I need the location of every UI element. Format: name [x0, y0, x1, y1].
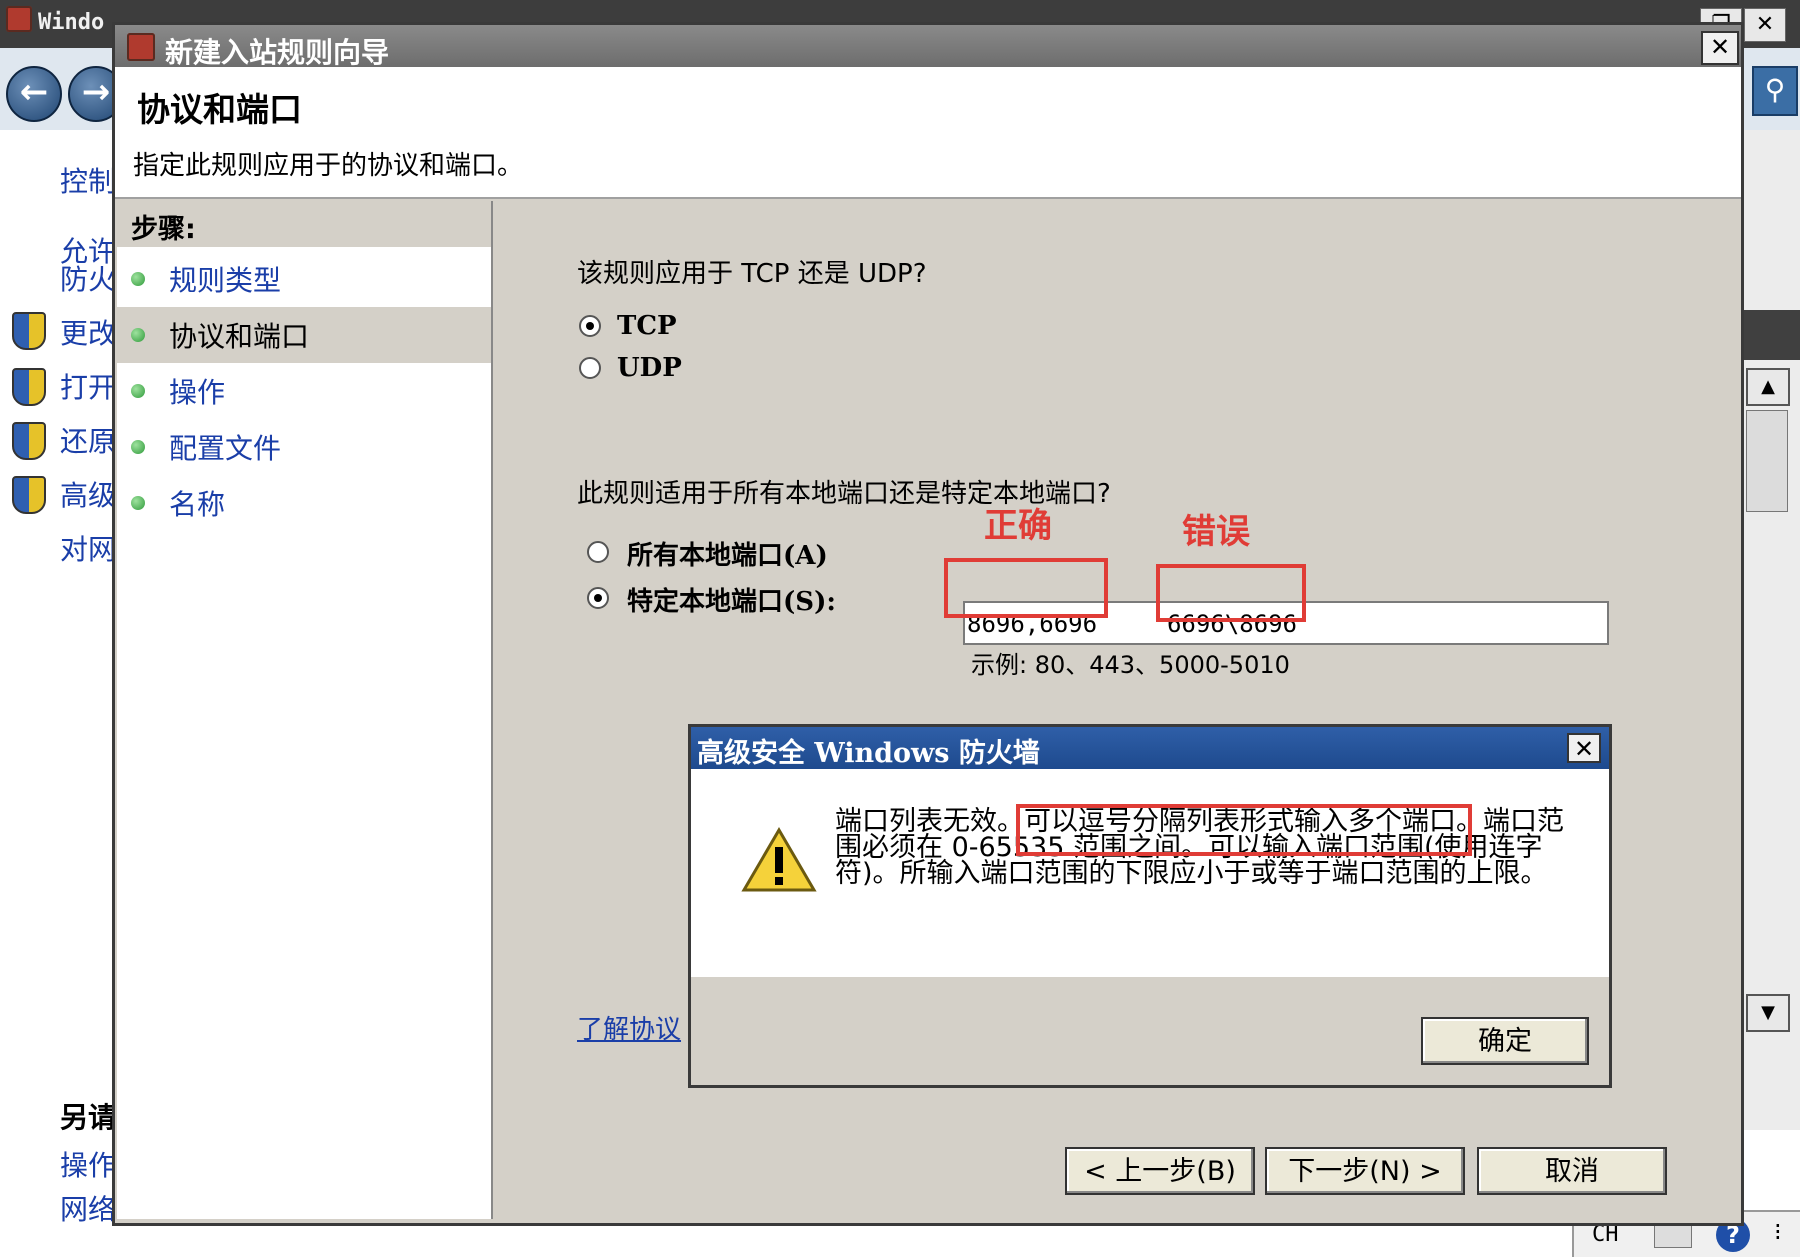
steps-panel: 步骤: 规则类型 协议和端口 操作 配置文件 名称 — [117, 201, 494, 1219]
back-button[interactable]: < 上一步(B) — [1065, 1147, 1255, 1195]
uac-shield-icon — [12, 422, 46, 460]
port-example-hint: 示例: 80、443、5000-5010 — [971, 651, 1290, 679]
annotation-correct-box — [944, 558, 1108, 618]
background-window-title: Windo — [38, 10, 105, 35]
page-subtitle: 指定此规则应用于的协议和端口。 — [133, 151, 524, 181]
bg-link-open[interactable]: 打开 — [60, 366, 116, 406]
tcp-radio[interactable] — [579, 315, 601, 337]
close-icon[interactable]: ✕ — [1701, 31, 1739, 65]
tray-options-icon[interactable]: ⁝ — [1774, 1218, 1782, 1246]
annotation-correct-label: 正确 — [984, 506, 1052, 546]
bg-link-network[interactable]: 对网 — [60, 528, 116, 568]
scroll-down-arrow-icon[interactable]: ▼ — [1746, 994, 1790, 1032]
bg-link-network-center[interactable]: 网络 — [60, 1188, 116, 1228]
annotation-message-box — [1016, 804, 1472, 856]
background-right-panel — [1740, 130, 1800, 1130]
background-right-header — [1740, 310, 1800, 360]
all-ports-radio-label[interactable]: 所有本地端口(A) — [627, 535, 828, 572]
step-label: 配置文件 — [169, 432, 282, 465]
uac-shield-icon — [12, 368, 46, 406]
annotation-wrong-box — [1156, 564, 1306, 622]
step-bullet-icon — [131, 328, 145, 342]
steps-header: 步骤: — [117, 201, 491, 247]
step-label: 协议和端口 — [169, 320, 310, 353]
next-button[interactable]: 下一步(N) > — [1265, 1147, 1465, 1195]
page-title: 协议和端口 — [137, 90, 302, 129]
uac-shield-icon — [12, 312, 46, 350]
bg-link-restore[interactable]: 还原 — [60, 420, 116, 460]
step-label: 操作 — [169, 376, 226, 409]
tcp-radio-label[interactable]: TCP — [617, 311, 677, 341]
error-dialog-body: 端口列表无效。可以逗号分隔列表形式输入多个端口。端口范围必须在 0-65535 … — [691, 769, 1609, 977]
scrollbar-thumb[interactable] — [1746, 410, 1788, 512]
bg-link-control[interactable]: 控制 — [60, 160, 116, 200]
bg-link-action-center[interactable]: 操作 — [60, 1144, 116, 1184]
back-arrow-icon[interactable]: ← — [6, 66, 62, 122]
annotation-wrong-label: 错误 — [1182, 512, 1250, 552]
step-name[interactable]: 名称 — [117, 475, 491, 531]
warning-icon — [741, 827, 817, 892]
wizard-title: 新建入站规则向导 — [165, 36, 390, 69]
steps-title: 步骤: — [131, 214, 196, 245]
bg-link-advanced[interactable]: 高级 — [60, 474, 116, 514]
step-profile[interactable]: 配置文件 — [117, 419, 491, 475]
bg-link-allow[interactable]: 允许 防火 — [60, 238, 116, 294]
step-bullet-icon — [131, 440, 145, 454]
all-ports-radio[interactable] — [587, 541, 609, 563]
specific-ports-radio-label[interactable]: 特定本地端口(S): — [627, 581, 836, 618]
bg-link-allow-line2: 防火 — [60, 263, 117, 296]
bg-see-also-heading: 另请 — [60, 1101, 117, 1134]
step-bullet-icon — [131, 496, 145, 510]
step-bullet-icon — [131, 384, 145, 398]
ok-button[interactable]: 确定 — [1421, 1017, 1589, 1065]
cancel-button[interactable]: 取消 — [1477, 1147, 1667, 1195]
udp-radio[interactable] — [579, 357, 601, 379]
uac-shield-icon — [12, 476, 46, 514]
firewall-app-icon — [6, 6, 32, 32]
close-icon[interactable]: ✕ — [1567, 733, 1601, 763]
protocol-question: 该规则应用于 TCP 还是 UDP? — [577, 259, 927, 289]
step-rule-type[interactable]: 规则类型 — [117, 251, 491, 307]
search-icon[interactable]: ⚲ — [1752, 66, 1798, 116]
specific-ports-radio[interactable] — [587, 587, 609, 609]
step-label: 名称 — [169, 488, 226, 521]
step-bullet-icon — [131, 272, 145, 286]
error-dialog-title: 高级安全 Windows 防火墙 — [697, 738, 1040, 769]
udp-radio-label[interactable]: UDP — [617, 353, 682, 383]
step-label: 规则类型 — [169, 264, 282, 297]
bg-link-change[interactable]: 更改 — [60, 312, 116, 352]
learn-more-link[interactable]: 了解协议 — [577, 1009, 681, 1046]
scroll-up-arrow-icon[interactable]: ▲ — [1746, 368, 1790, 406]
error-dialog: 高级安全 Windows 防火墙 ✕ 端口列表无效。可以逗号分隔列表形式输入多个… — [688, 724, 1612, 1088]
step-protocol-and-ports[interactable]: 协议和端口 — [117, 307, 491, 363]
wizard-header: 协议和端口 指定此规则应用于的协议和端口。 — [115, 67, 1741, 199]
firewall-app-icon — [127, 33, 155, 61]
step-action[interactable]: 操作 — [117, 363, 491, 419]
background-close-icon[interactable]: ✕ — [1744, 8, 1786, 42]
